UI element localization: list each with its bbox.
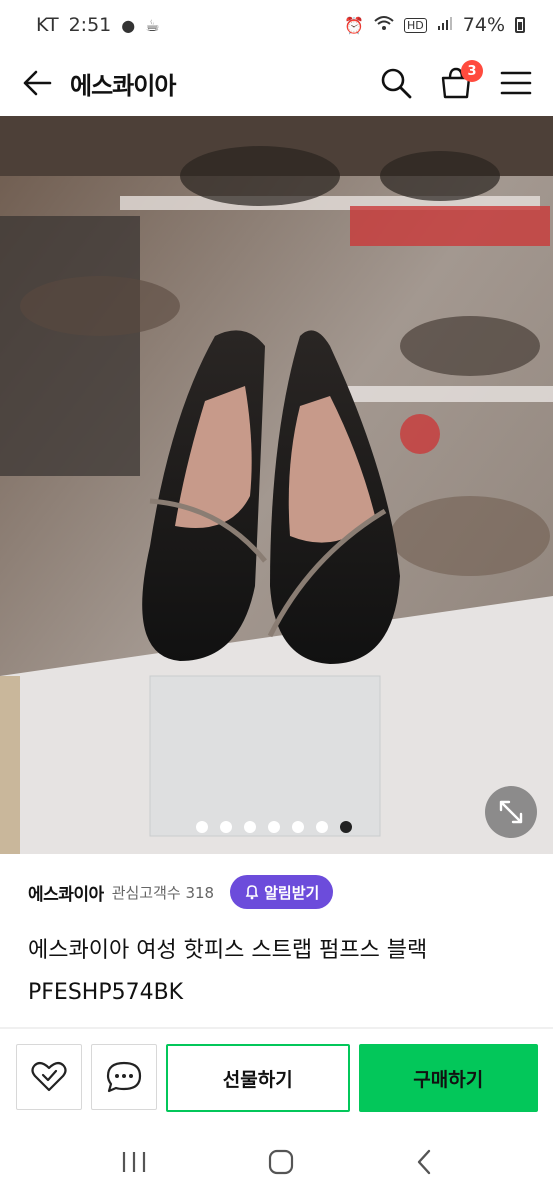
back-nav-button[interactable] — [414, 1148, 434, 1180]
store-name[interactable]: 에스콰이아 — [28, 880, 104, 905]
hd-icon: HD — [404, 17, 427, 33]
app-bar: 에스콰이아 3 — [0, 50, 553, 116]
buy-button[interactable]: 구매하기 — [358, 1044, 538, 1112]
cart-button[interactable]: 3 — [439, 60, 483, 100]
gallery-dot[interactable] — [220, 821, 232, 833]
gallery-dot[interactable] — [292, 821, 304, 833]
system-navigation-bar — [0, 1128, 553, 1200]
status-bar: KT 2:51 ● ☕ ⏰ HD 74% — [0, 0, 553, 50]
gallery-dot[interactable] — [244, 821, 256, 833]
back-button[interactable] — [20, 66, 54, 100]
chevron-left-icon — [417, 1149, 430, 1175]
follower-count: 관심고객수 318 — [111, 883, 215, 902]
search-icon — [381, 68, 412, 99]
cup-icon: ☕ — [145, 15, 160, 35]
clock: 2:51 — [68, 14, 112, 36]
gift-button[interactable]: 선물하기 — [166, 1044, 350, 1112]
product-image-gallery[interactable] — [0, 116, 553, 854]
alarm-subscribe-button[interactable]: 알림받기 — [230, 875, 334, 909]
cart-count-badge: 3 — [461, 60, 483, 82]
divider — [0, 1027, 553, 1029]
product-photo — [0, 116, 553, 854]
wifi-icon — [374, 15, 394, 35]
recent-apps-icon — [122, 1152, 145, 1172]
recent-apps-button[interactable] — [120, 1150, 148, 1178]
signal-icon — [437, 15, 453, 35]
home-button[interactable] — [267, 1148, 295, 1180]
gallery-dot[interactable] — [196, 821, 208, 833]
gallery-dot[interactable] — [268, 821, 280, 833]
alarm-icon: ⏰ — [344, 15, 365, 35]
store-title: 에스콰이아 — [70, 71, 176, 100]
battery-percent: 74% — [462, 14, 505, 36]
chat-button[interactable] — [91, 1044, 157, 1110]
gallery-dot[interactable] — [340, 821, 352, 833]
product-title: 에스콰이아 여성 핫피스 스트랩 펌프스 블랙 PFESHP574BK — [28, 938, 428, 1005]
hamburger-menu-icon — [500, 71, 532, 95]
expand-image-button[interactable] — [485, 786, 537, 838]
heart-check-icon — [31, 1061, 67, 1092]
battery-icon — [515, 17, 525, 33]
notification-icon: ● — [121, 15, 136, 35]
gallery-dot[interactable] — [316, 821, 328, 833]
gallery-pagination — [196, 821, 352, 833]
search-button[interactable] — [379, 66, 413, 100]
home-icon — [268, 1149, 293, 1175]
carrier-label: KT — [36, 14, 59, 36]
alarm-subscribe-label: 알림받기 — [264, 883, 320, 902]
chat-bubble-icon — [106, 1061, 142, 1093]
arrow-left-icon — [23, 70, 52, 96]
bell-icon — [245, 885, 259, 900]
wishlist-button[interactable] — [16, 1044, 82, 1110]
purchase-bar: 선물하기 구매하기 — [16, 1044, 538, 1112]
menu-button[interactable] — [499, 66, 533, 100]
expand-arrows-icon — [499, 800, 523, 824]
store-info-row: 에스콰이아 관심고객수 318 알림받기 — [28, 875, 334, 909]
